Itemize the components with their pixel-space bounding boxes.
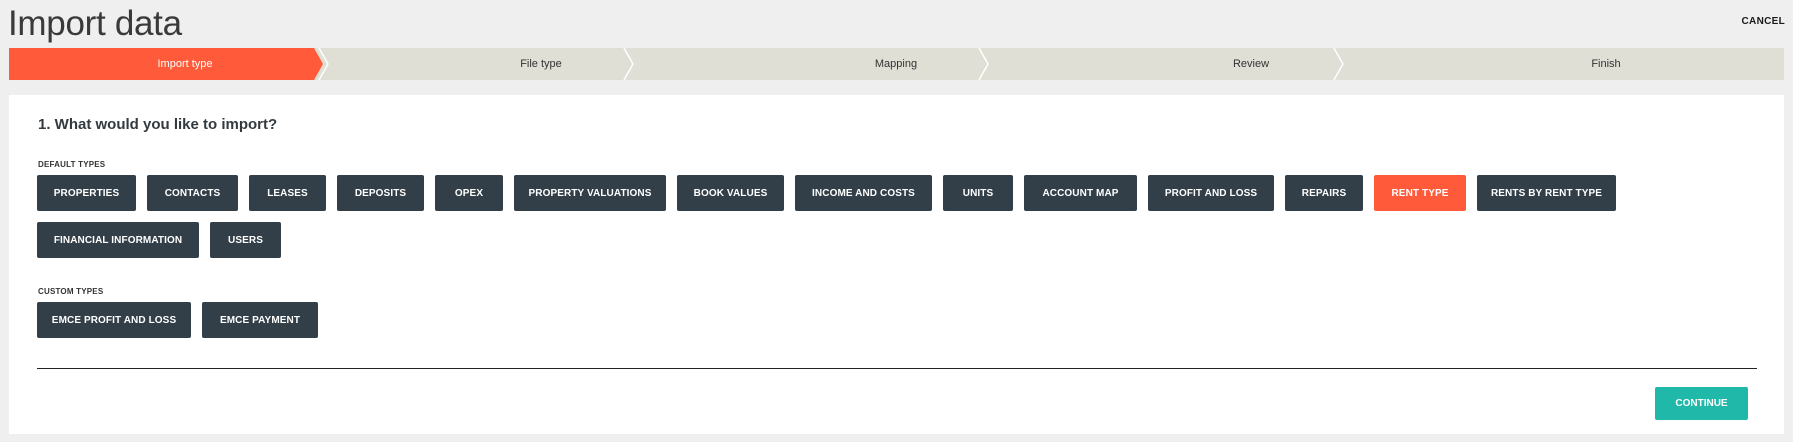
type-button-income-and-costs[interactable]: INCOME AND COSTS <box>795 175 932 211</box>
page-title: Import data <box>8 4 182 43</box>
type-button-users[interactable]: USERS <box>210 222 281 258</box>
type-button-rent-type[interactable]: RENT TYPE <box>1374 175 1466 211</box>
custom-types-label: CUSTOM TYPES <box>38 287 104 296</box>
question-heading: 1. What would you like to import? <box>38 116 278 133</box>
type-button-contacts[interactable]: CONTACTS <box>147 175 238 211</box>
wizard-step-review[interactable]: Review <box>1151 48 1351 80</box>
continue-button[interactable]: CONTINUE <box>1655 387 1748 420</box>
import-type-panel: 1. What would you like to import? DEFAUL… <box>9 95 1784 434</box>
cancel-link[interactable]: CANCEL <box>1742 16 1785 27</box>
type-button-opex[interactable]: OPEX <box>435 175 503 211</box>
type-button-profit-and-loss[interactable]: PROFIT AND LOSS <box>1148 175 1274 211</box>
type-button-book-values[interactable]: BOOK VALUES <box>677 175 784 211</box>
section-divider <box>37 368 1757 369</box>
page-header: Import data CANCEL <box>0 0 1793 46</box>
default-types-row-1: PROPERTIES CONTACTS LEASES DEPOSITS OPEX… <box>37 175 1616 211</box>
type-button-emce-profit-and-loss[interactable]: EMCE PROFIT AND LOSS <box>37 302 191 338</box>
type-button-units[interactable]: UNITS <box>943 175 1013 211</box>
type-button-emce-payment[interactable]: EMCE PAYMENT <box>202 302 318 338</box>
wizard-step-import-type[interactable]: Import type <box>85 48 285 80</box>
wizard-steps: Import type File type Mapping Review Fin… <box>9 48 1784 80</box>
type-button-financial-information[interactable]: FINANCIAL INFORMATION <box>37 222 199 258</box>
wizard-step-finish[interactable]: Finish <box>1506 48 1706 80</box>
type-button-rents-by-rent-type[interactable]: RENTS BY RENT TYPE <box>1477 175 1616 211</box>
wizard-step-mapping[interactable]: Mapping <box>796 48 996 80</box>
type-button-leases[interactable]: LEASES <box>249 175 326 211</box>
type-button-property-valuations[interactable]: PROPERTY VALUATIONS <box>514 175 666 211</box>
type-button-deposits[interactable]: DEPOSITS <box>337 175 424 211</box>
custom-types-row: EMCE PROFIT AND LOSS EMCE PAYMENT <box>37 302 329 338</box>
type-button-account-map[interactable]: ACCOUNT MAP <box>1024 175 1137 211</box>
wizard-step-file-type[interactable]: File type <box>441 48 641 80</box>
default-types-row-2: FINANCIAL INFORMATION USERS <box>37 222 292 258</box>
default-types-label: DEFAULT TYPES <box>38 160 106 169</box>
type-button-repairs[interactable]: REPAIRS <box>1285 175 1363 211</box>
type-button-properties[interactable]: PROPERTIES <box>37 175 136 211</box>
